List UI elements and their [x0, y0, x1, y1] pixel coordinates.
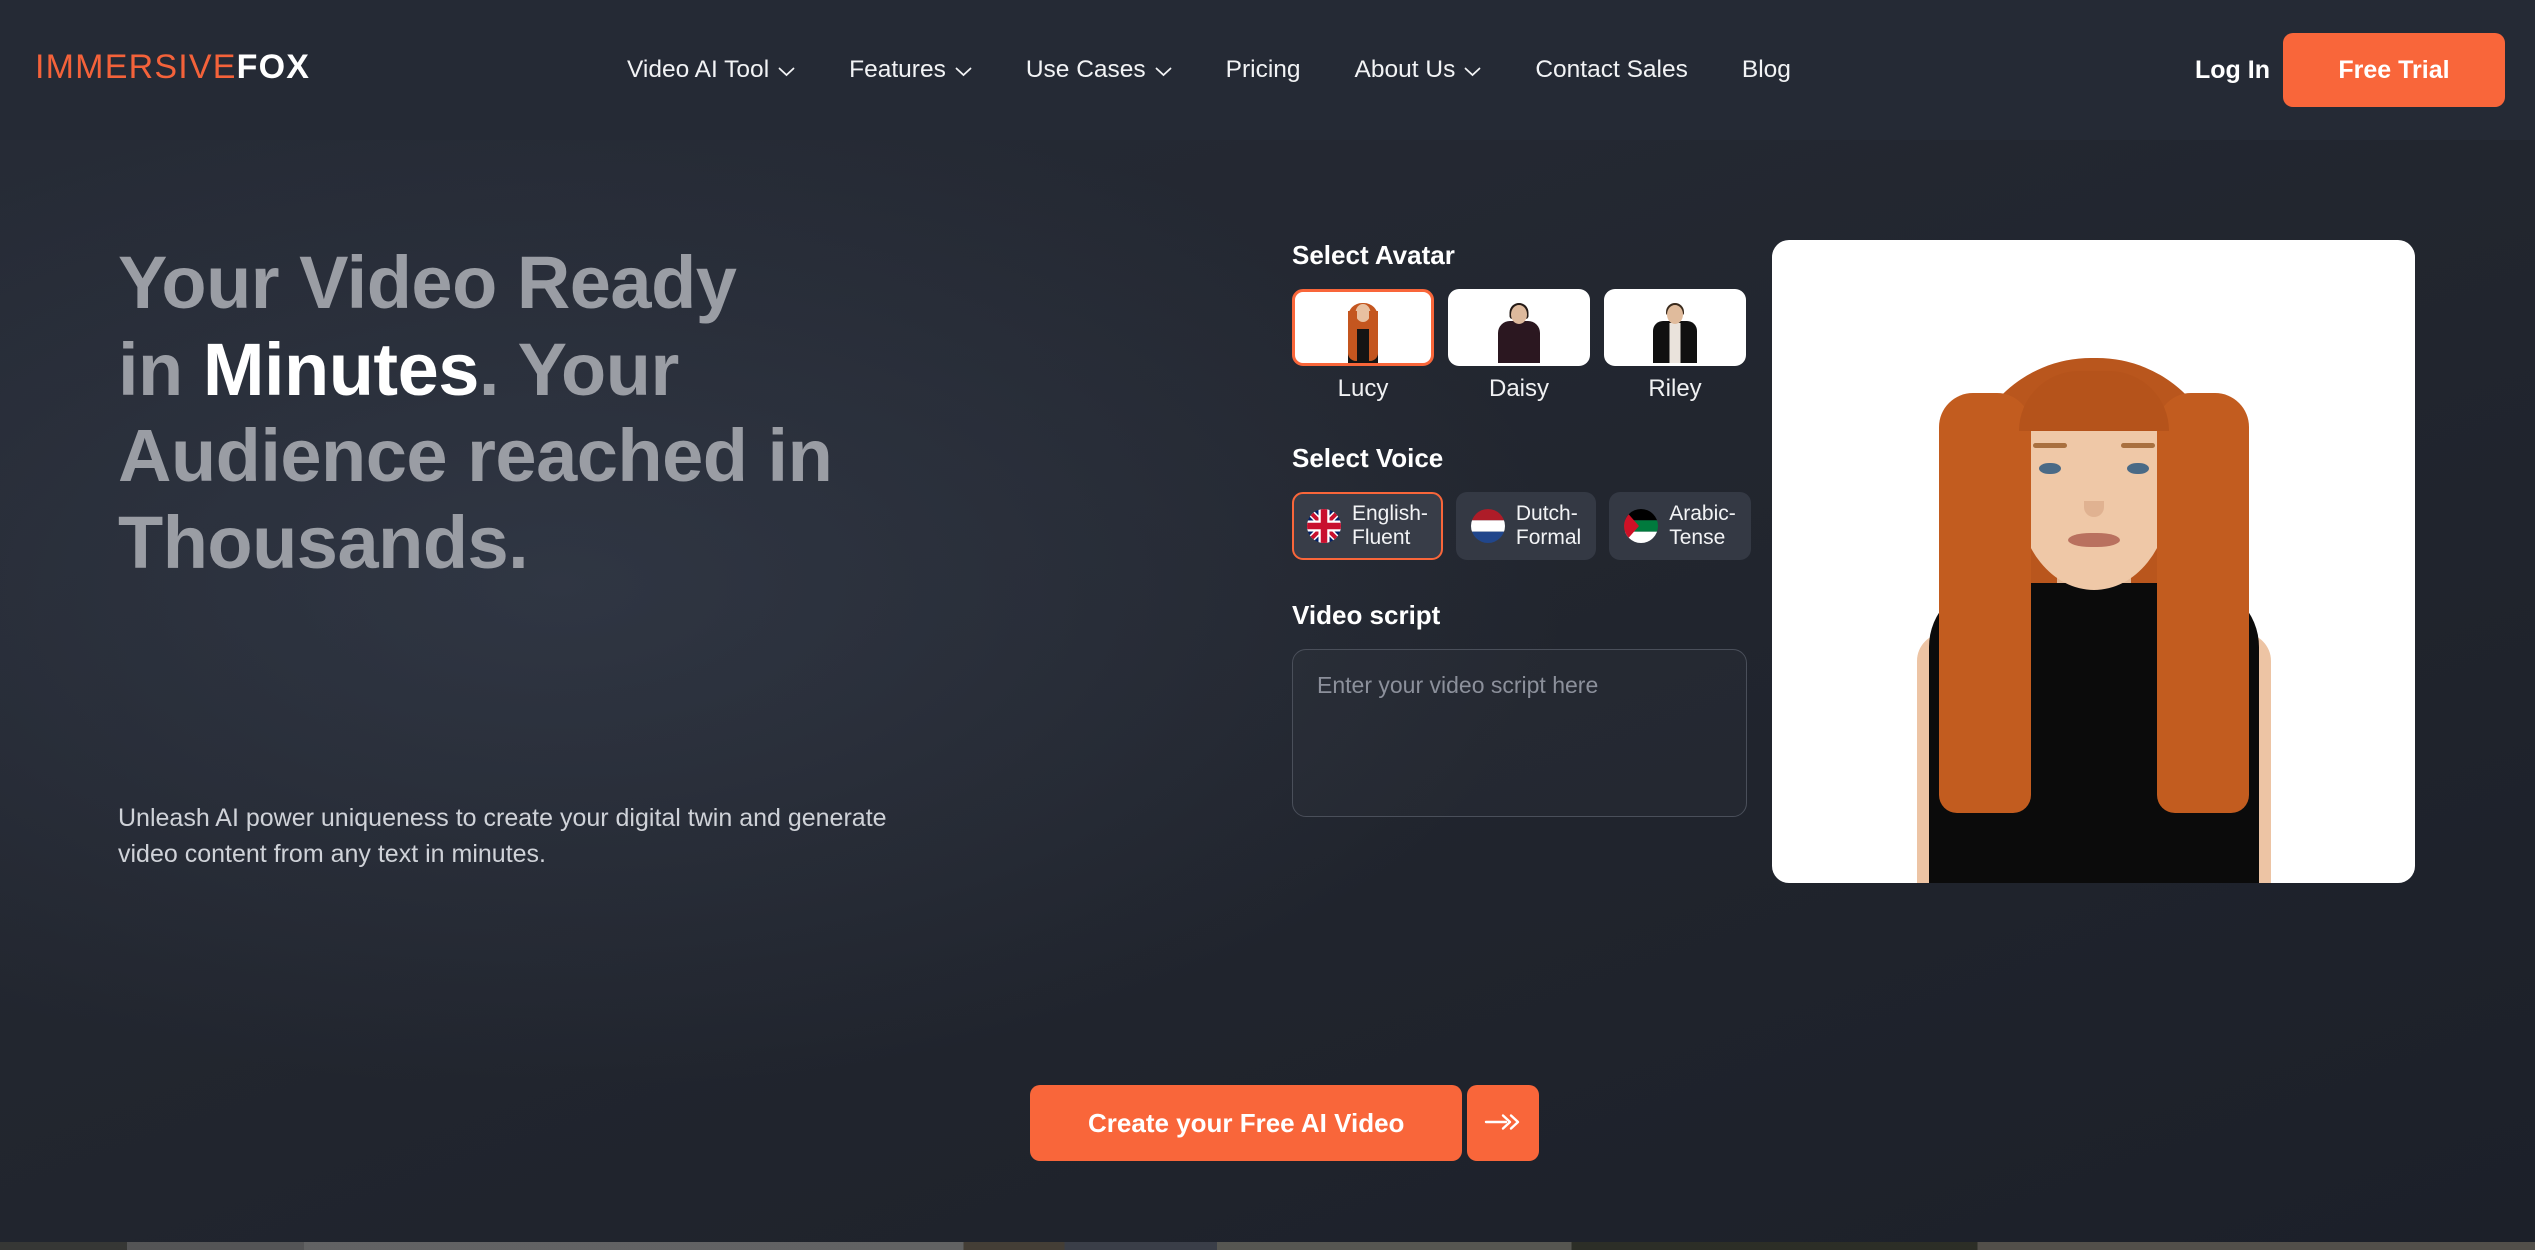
- palestine-flag-icon: [1624, 509, 1659, 543]
- avatar-name: Riley: [1648, 375, 1702, 402]
- headline-line-2-pre: in: [118, 327, 203, 411]
- logo-part-fox: FOX: [236, 48, 311, 86]
- avatar-thumbnail: [1292, 289, 1434, 366]
- netherlands-flag-icon: [1470, 509, 1505, 543]
- nav-label: About Us: [1354, 56, 1456, 83]
- next-section-sliver: [0, 1242, 2535, 1250]
- login-link[interactable]: Log In: [2195, 0, 2270, 140]
- video-script-input[interactable]: [1292, 649, 1747, 817]
- avatar-thumbnail: [1448, 289, 1590, 366]
- main-navigation: Video AI Tool Features Use Cases Pricing…: [600, 0, 1818, 140]
- uk-flag-icon: [1307, 509, 1341, 543]
- page-title: Your Video Ready in Minutes. Your Audien…: [118, 240, 1168, 586]
- chevron-down-icon: [778, 67, 795, 77]
- create-free-ai-video-button[interactable]: Create your Free AI Video: [1030, 1085, 1463, 1161]
- headline-line-3: Audience reached in: [118, 414, 833, 498]
- avatar-figure-daisy: [1494, 301, 1544, 363]
- nav-label: Features: [849, 56, 946, 83]
- headline-emphasis: Minutes: [202, 327, 480, 411]
- nav-label: Blog: [1741, 56, 1791, 83]
- logo[interactable]: IMMERSIVEFOX: [35, 48, 310, 87]
- nav-label: Use Cases: [1025, 56, 1146, 83]
- site-header: IMMERSIVEFOX Video AI Tool Features Use …: [0, 0, 2535, 140]
- nav-item-about-us[interactable]: About Us: [1328, 0, 1509, 140]
- logo-part-immersive: IMMERSIVE: [35, 48, 237, 86]
- headline-line-2-post: . Your: [478, 327, 679, 411]
- headline-line-1: Your Video Ready: [118, 241, 737, 324]
- headline-line-4: Thousands.: [118, 500, 529, 584]
- voice-options: English- Fluent Dutch- Formal Arabic- Te…: [1292, 492, 1751, 560]
- cta-group: Create your Free AI Video: [1030, 1085, 1540, 1161]
- select-avatar-label: Select Avatar: [1292, 240, 1455, 270]
- avatar-name: Lucy: [1337, 375, 1389, 402]
- voice-option-english[interactable]: English- Fluent: [1292, 492, 1443, 560]
- avatar-option-daisy[interactable]: Daisy: [1448, 289, 1590, 403]
- nav-item-pricing[interactable]: Pricing: [1199, 0, 1328, 140]
- voice-option-dutch[interactable]: Dutch- Formal: [1455, 492, 1597, 560]
- nav-item-contact-sales[interactable]: Contact Sales: [1508, 0, 1715, 140]
- preview-figure-lucy: [1879, 323, 2309, 883]
- nav-item-features[interactable]: Features: [822, 0, 999, 140]
- chevron-down-icon: [1464, 67, 1481, 77]
- avatar-option-lucy[interactable]: Lucy: [1292, 289, 1434, 403]
- hero-subheadline: Unleash AI power uniqueness to create yo…: [118, 804, 887, 869]
- video-generator-panel: Select Avatar Lucy Daisy Riley Select Vo…: [1292, 240, 1751, 822]
- hero-section: Your Video Ready in Minutes. Your Audien…: [0, 140, 2535, 1250]
- avatar-video-preview[interactable]: [1772, 240, 2415, 883]
- double-arrow-right-icon: [1484, 1112, 1522, 1135]
- avatar-name: Daisy: [1488, 375, 1549, 402]
- select-voice-label: Select Voice: [1292, 443, 1444, 473]
- video-script-label: Video script: [1292, 600, 1441, 630]
- nav-label: Video AI Tool: [627, 56, 770, 83]
- voice-option-arabic[interactable]: Arabic- Tense: [1609, 492, 1751, 560]
- voice-label: Arabic- Tense: [1669, 501, 1736, 549]
- avatar-figure-lucy: [1340, 297, 1386, 363]
- voice-label: English- Fluent: [1352, 501, 1428, 549]
- avatar-figure-riley: [1650, 301, 1700, 363]
- avatar-options: Lucy Daisy Riley: [1292, 289, 1747, 403]
- free-trial-button[interactable]: Free Trial: [2283, 33, 2505, 107]
- nav-item-use-cases[interactable]: Use Cases: [999, 0, 1199, 140]
- nav-item-blog[interactable]: Blog: [1715, 0, 1818, 140]
- nav-item-video-ai-tool[interactable]: Video AI Tool: [600, 0, 822, 140]
- chevron-down-icon: [1155, 67, 1172, 77]
- voice-label: Dutch- Formal: [1515, 501, 1582, 549]
- cta-arrow-button[interactable]: [1467, 1085, 1540, 1161]
- avatar-thumbnail: [1604, 289, 1746, 366]
- chevron-down-icon: [955, 67, 972, 77]
- nav-label: Contact Sales: [1535, 56, 1688, 83]
- avatar-option-riley[interactable]: Riley: [1604, 289, 1746, 403]
- nav-label: Pricing: [1225, 56, 1301, 83]
